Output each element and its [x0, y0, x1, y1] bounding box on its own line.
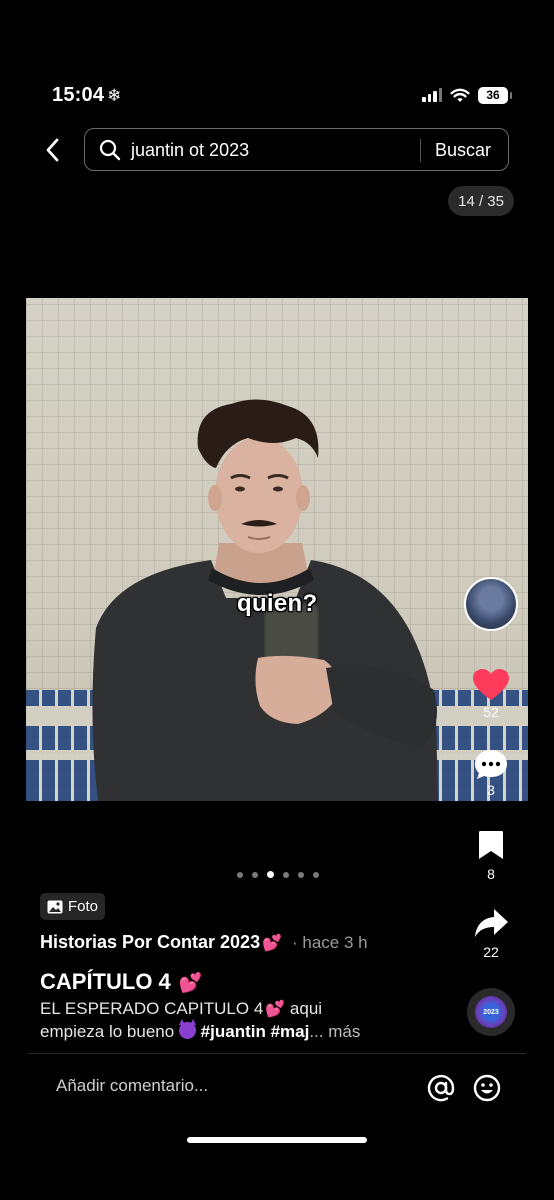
post-description[interactable]: EL ESPERADO CAPITULO 4 💕 aqui empieza lo …	[40, 998, 440, 1043]
photo-badge: Foto	[40, 893, 106, 920]
carousel-dot	[283, 871, 289, 878]
save-button[interactable]: 8	[469, 829, 513, 882]
carousel-dot	[267, 871, 274, 878]
desc-line-2: empieza lo bueno	[40, 1022, 179, 1041]
author-row: Historias Por Contar 2023 💕 · hace 3 h	[40, 932, 368, 953]
hearts-emoji: 💕	[262, 934, 282, 952]
share-arrow-icon	[475, 909, 508, 937]
comment-bubble-icon	[475, 750, 507, 779]
comment-count: 3	[487, 782, 495, 798]
status-icons: 36	[422, 84, 512, 106]
share-count: 22	[483, 944, 499, 960]
desc-aqui: aqui	[285, 999, 323, 1018]
back-button[interactable]	[40, 136, 66, 164]
post-title: CAPÍTULO 4 💕	[40, 969, 203, 995]
desc-ellipsis: ...	[309, 1022, 324, 1041]
status-time: 15:04 ❄	[52, 84, 122, 107]
creator-avatar[interactable]	[464, 577, 518, 631]
snowflake-icon: ❄	[107, 86, 122, 105]
comment-input[interactable]: Añadir comentario...	[56, 1076, 208, 1096]
like-button[interactable]: 52	[469, 668, 513, 720]
home-indicator	[187, 1137, 367, 1143]
chevron-left-icon	[46, 138, 59, 162]
heart-icon	[473, 669, 509, 700]
search-input[interactable]: juantin ot 2023 Buscar	[84, 128, 509, 171]
search-divider	[420, 139, 421, 162]
carousel-dot	[237, 871, 243, 878]
search-query[interactable]: juantin ot 2023	[131, 140, 249, 161]
desc-line-1: EL ESPERADO CAPITULO 4	[40, 999, 264, 1018]
battery-level: 36	[486, 88, 500, 102]
battery-icon: 36	[478, 86, 512, 104]
comment-button[interactable]: 3	[469, 748, 513, 798]
carousel-dots	[237, 871, 319, 878]
wifi-icon	[450, 88, 470, 102]
person-selfie-image	[92, 399, 438, 801]
music-disc-text: 2023	[483, 1008, 499, 1016]
photo-badge-label: Foto	[68, 898, 99, 915]
post-time: · hace 3 h	[292, 932, 368, 952]
save-count: 8	[487, 866, 495, 882]
music-disc[interactable]: 2023	[467, 988, 515, 1036]
share-button[interactable]: 22	[469, 907, 513, 960]
devil-emoji-icon	[178, 1019, 196, 1039]
image-icon	[47, 900, 63, 913]
like-count: 52	[483, 704, 499, 720]
search-icon	[99, 139, 121, 161]
text-sticker: quien?	[237, 590, 318, 617]
hashtag-maj[interactable]: #maj	[271, 1022, 310, 1041]
more-link[interactable]: más	[328, 1022, 360, 1041]
carousel-dot	[252, 871, 258, 878]
post-photo[interactable]: quien?	[26, 298, 528, 801]
mention-at-icon[interactable]	[427, 1074, 455, 1102]
emoji-icon[interactable]	[473, 1074, 501, 1102]
status-time-text: 15:04	[52, 84, 105, 106]
cellular-signal-icon	[422, 88, 442, 102]
title-hearts-emoji: 💕	[178, 973, 203, 994]
music-disc-cover: 2023	[475, 996, 507, 1028]
post-title-text: CAPÍTULO 4	[40, 969, 171, 994]
divider	[28, 1053, 526, 1054]
author-name[interactable]: Historias Por Contar 2023	[40, 932, 260, 953]
bookmark-icon	[479, 831, 503, 859]
desc-hearts-emoji: 💕	[265, 1001, 286, 1018]
image-counter: 14 / 35	[448, 186, 514, 216]
carousel-dot	[313, 871, 319, 878]
hashtag-juantin[interactable]: #juantin	[201, 1022, 266, 1041]
carousel-dot	[298, 871, 304, 878]
search-button[interactable]: Buscar	[435, 140, 491, 161]
